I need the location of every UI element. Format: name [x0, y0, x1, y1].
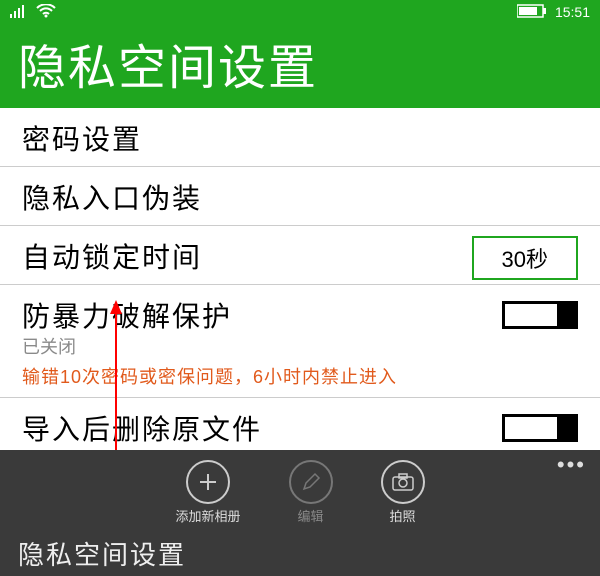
item-auto-lock-time[interactable]: 自动锁定时间 30秒 [0, 225, 600, 284]
page-header: 隐私空间设置 [0, 24, 600, 108]
item-entry-disguise[interactable]: 隐私入口伪装 [0, 166, 600, 225]
signal-icon [10, 4, 28, 21]
edit-button[interactable]: 编辑 [289, 460, 333, 525]
item-status: 已关闭 [22, 333, 578, 359]
item-label: 密码设置 [22, 118, 578, 158]
item-warning: 输错10次密码或密保问题，6小时内禁止进入 [22, 363, 578, 389]
plus-icon [186, 460, 230, 504]
pencil-icon [289, 460, 333, 504]
camera-icon [381, 460, 425, 504]
item-label: 导入后删除原文件 [22, 408, 578, 448]
appbar-label: 拍照 [389, 506, 415, 525]
more-icon[interactable]: ••• [557, 452, 586, 478]
item-password-settings[interactable]: 密码设置 [0, 108, 600, 166]
app-bar: ••• 添加新相册 编辑 拍照 [0, 450, 600, 529]
page-title: 隐私空间设置 [18, 28, 582, 98]
auto-lock-value[interactable]: 30秒 [472, 236, 578, 280]
delete-original-toggle[interactable] [502, 414, 578, 442]
bottom-title: 隐私空间设置 [0, 529, 600, 576]
camera-button[interactable]: 拍照 [381, 460, 425, 525]
item-anti-bruteforce[interactable]: 防暴力破解保护 已关闭 输错10次密码或密保问题，6小时内禁止进入 [0, 284, 600, 397]
status-bar: 15:51 [0, 0, 600, 24]
item-label: 隐私入口伪装 [22, 177, 578, 217]
appbar-label: 编辑 [297, 506, 323, 525]
anti-bruteforce-toggle[interactable] [502, 301, 578, 329]
bottom-bar: ••• 添加新相册 编辑 拍照 隐私空间设置 [0, 450, 600, 576]
add-album-button[interactable]: 添加新相册 [175, 460, 240, 525]
status-time: 15:51 [555, 4, 590, 20]
appbar-label: 添加新相册 [175, 506, 240, 525]
item-label: 防暴力破解保护 [22, 295, 578, 335]
battery-icon [517, 4, 547, 21]
wifi-icon [36, 4, 56, 21]
